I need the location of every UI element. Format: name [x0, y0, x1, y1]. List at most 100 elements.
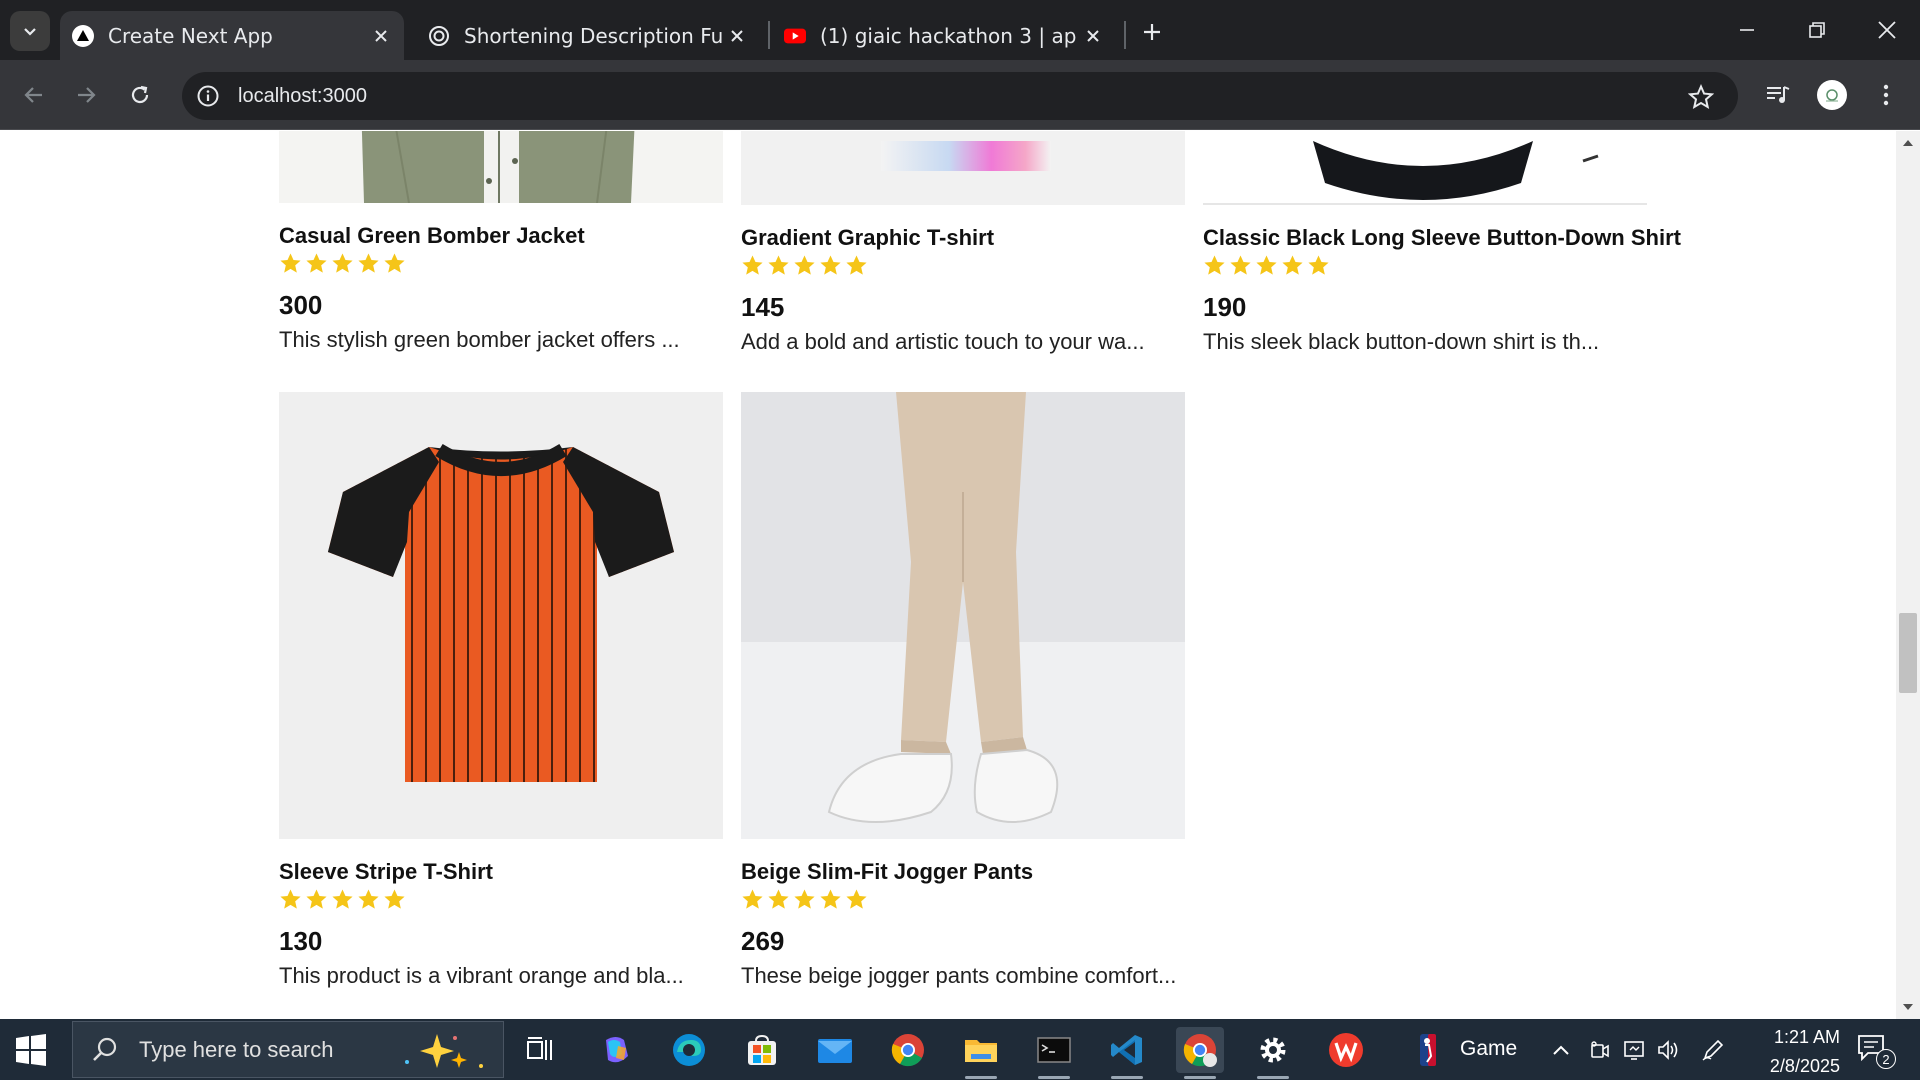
notification-center-button[interactable]: 2	[1856, 1033, 1896, 1069]
new-tab-button[interactable]	[1134, 14, 1170, 50]
taskbar-settings[interactable]	[1249, 1027, 1297, 1079]
bookmark-star-icon[interactable]	[1688, 84, 1714, 110]
star-icon	[280, 889, 301, 909]
product-name[interactable]: Beige Slim-Fit Jogger Pants	[741, 859, 1185, 885]
back-button[interactable]	[14, 75, 54, 115]
tab-search-button[interactable]	[10, 11, 50, 51]
close-tab-button[interactable]	[722, 21, 752, 51]
product-price: 130	[279, 926, 323, 956]
close-tab-button[interactable]	[1078, 21, 1108, 51]
tab-create-next-app[interactable]: Create Next App	[60, 11, 404, 60]
beige-joggers-image	[741, 392, 1185, 839]
taskbar-widget-label[interactable]: Game	[1460, 1037, 1517, 1061]
forward-button[interactable]	[66, 75, 106, 115]
chevron-down-icon	[24, 28, 36, 36]
product-description: This product is a vibrant orange and bla…	[279, 963, 684, 988]
chrome-profile-icon	[1183, 1034, 1217, 1067]
profile-button[interactable]	[1812, 75, 1852, 115]
info-icon[interactable]	[196, 84, 220, 108]
browser-menu-button[interactable]	[1866, 75, 1906, 115]
star-icon	[280, 253, 301, 273]
search-placeholder: Type here to search	[139, 1036, 334, 1062]
folder-icon	[965, 1040, 997, 1062]
product-image[interactable]	[279, 392, 723, 839]
product-image[interactable]	[741, 131, 1185, 205]
restore-window-button[interactable]	[1788, 6, 1846, 54]
address-bar[interactable]: localhost:3000	[182, 72, 1738, 120]
taskbar-terminal[interactable]	[1030, 1027, 1078, 1079]
close-icon	[731, 29, 743, 42]
product-image[interactable]	[1203, 131, 1647, 205]
taskbar-copilot[interactable]	[592, 1027, 640, 1073]
close-tab-button[interactable]	[366, 21, 396, 51]
scroll-up-arrow-icon[interactable]	[1902, 139, 1914, 147]
microsoft-store-icon	[748, 1034, 776, 1065]
tab-title: Create Next App	[108, 23, 273, 48]
product-card[interactable]: Gradient Graphic T-shirt 145 Add a bold …	[741, 131, 1185, 356]
product-name[interactable]: Gradient Graphic T-shirt	[741, 225, 1185, 251]
product-name[interactable]: Sleeve Stripe T-Shirt	[279, 859, 723, 885]
star-rating	[279, 252, 723, 278]
stripe-tshirt-image	[279, 392, 723, 839]
green-jacket-image	[279, 131, 723, 203]
show-hidden-icons-button[interactable]	[1548, 1037, 1574, 1063]
speaker-icon	[1658, 1040, 1678, 1060]
taskbar-chrome[interactable]	[884, 1027, 932, 1073]
product-image[interactable]	[741, 392, 1185, 839]
taskbar-widget-nba[interactable]	[1404, 1027, 1452, 1073]
gear-icon	[1260, 1037, 1286, 1063]
pen-icon	[1702, 1039, 1724, 1061]
star-icon	[306, 253, 327, 273]
taskbar-microsoft-store[interactable]	[738, 1027, 786, 1073]
chatgpt-logo-icon	[429, 25, 449, 46]
more-vertical-icon	[1883, 84, 1889, 106]
taskbar-edge[interactable]	[665, 1027, 713, 1073]
url-text: localhost:3000	[238, 84, 367, 107]
product-card[interactable]: Sleeve Stripe T-Shirt 130 This product i…	[279, 392, 723, 990]
tray-network[interactable]	[1622, 1037, 1648, 1063]
wps-office-icon	[1329, 1033, 1363, 1067]
copilot-icon	[606, 1037, 628, 1063]
product-card[interactable]: Beige Slim-Fit Jogger Pants 269 These be…	[741, 392, 1185, 990]
product-image[interactable]	[279, 131, 723, 203]
reload-button[interactable]	[120, 75, 160, 115]
taskbar-mail[interactable]	[811, 1027, 859, 1073]
windows-start-icon[interactable]	[14, 1033, 48, 1067]
page-scrollbar[interactable]	[1896, 131, 1920, 1019]
tray-meet-now[interactable]	[1586, 1037, 1612, 1063]
taskbar-search-box[interactable]: Type here to search	[72, 1021, 504, 1078]
minimize-window-button[interactable]	[1718, 6, 1776, 54]
tray-pen-workspace[interactable]	[1700, 1037, 1726, 1063]
taskbar-vscode[interactable]	[1103, 1027, 1151, 1079]
scrollbar-thumb[interactable]	[1899, 613, 1917, 693]
network-icon	[1624, 1041, 1644, 1060]
product-card[interactable]: Classic Black Long Sleeve Button-Down Sh…	[1203, 131, 1681, 356]
close-window-button[interactable]	[1858, 6, 1916, 54]
star-rating	[1203, 254, 1647, 280]
camera-icon	[1591, 1041, 1609, 1058]
scroll-down-arrow-icon[interactable]	[1902, 1003, 1914, 1011]
tray-volume[interactable]	[1656, 1037, 1682, 1063]
graphic-tshirt-image	[741, 131, 1185, 205]
taskbar-chrome-active[interactable]	[1176, 1027, 1224, 1079]
media-controls-button[interactable]	[1758, 75, 1798, 115]
taskbar-file-explorer[interactable]	[957, 1027, 1005, 1079]
notification-count-badge: 2	[1876, 1049, 1896, 1069]
taskbar-clock[interactable]: 1:21 AM 2/8/2025	[1740, 1025, 1840, 1078]
star-rating	[741, 888, 1185, 914]
star-icon	[1204, 255, 1225, 275]
tab-youtube-giaic[interactable]: (1) giaic hackathon 3 | api integ	[772, 11, 1116, 60]
star-icon	[306, 889, 327, 909]
product-name[interactable]: Classic Black Long Sleeve Button-Down Sh…	[1203, 225, 1681, 251]
taskbar-wps-office[interactable]	[1322, 1027, 1370, 1073]
tab-separator	[1124, 21, 1126, 49]
tab-shortening-description[interactable]: Shortening Description Function	[416, 11, 760, 60]
star-icon	[1256, 255, 1277, 275]
product-card[interactable]: Casual Green Bomber Jacket 300 This styl…	[279, 131, 723, 354]
product-price: 300	[279, 290, 323, 320]
tab-separator	[768, 21, 770, 49]
star-icon	[332, 253, 353, 273]
taskbar-task-view[interactable]	[515, 1027, 563, 1073]
product-name[interactable]: Casual Green Bomber Jacket	[279, 223, 723, 249]
search-highlight-sparkle-icon	[405, 1034, 483, 1068]
